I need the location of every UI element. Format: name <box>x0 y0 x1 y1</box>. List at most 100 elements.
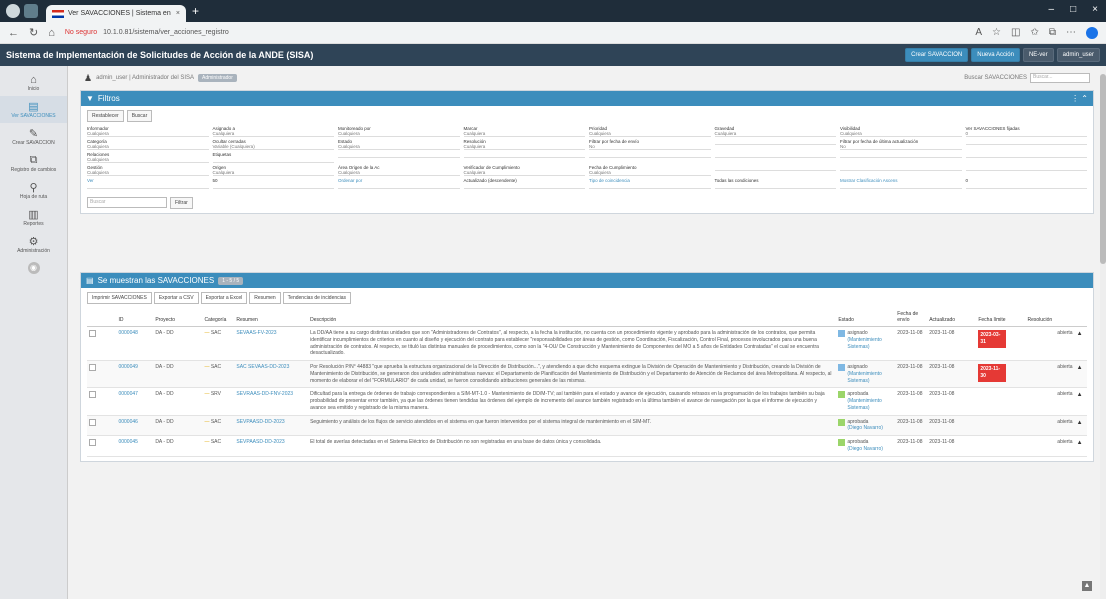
status-handler-link[interactable]: (Diego Navarro) <box>847 425 883 432</box>
filter-value[interactable] <box>212 157 334 163</box>
filter-value[interactable]: Cualquiera <box>212 131 334 137</box>
new-tab-button[interactable]: + <box>192 4 199 18</box>
column-header[interactable] <box>1074 308 1087 327</box>
filter-cell[interactable]: Prioridad Cualquiera <box>589 126 711 139</box>
filter-cell[interactable]: Resolución Cualquiera <box>463 139 585 152</box>
filter-cell[interactable]: Mostrar Clasificación Ascens <box>840 178 962 191</box>
status-handler-link[interactable]: (Mantenimiento Sistemas) <box>847 337 893 351</box>
column-header[interactable]: Resumen <box>234 308 309 327</box>
filter-cell[interactable] <box>965 139 1087 152</box>
filter-cell[interactable]: Actualizado (descendente) <box>463 178 585 191</box>
summary-link[interactable]: SEVAAS-FV-2023 <box>236 330 276 336</box>
sidebar-item-ver-savacciones[interactable]: ▤ Ver SAVACCIONES <box>0 96 67 123</box>
new-action-button[interactable]: Nueva Acción <box>971 48 1020 62</box>
filter-value[interactable] <box>338 152 460 158</box>
filter-cell[interactable]: Fecha de Cumplimiento Cualquiera <box>589 165 711 178</box>
reset-filters-button[interactable]: Restablecer <box>87 110 124 122</box>
issue-id-link[interactable]: 0000047 <box>118 391 137 397</box>
favorites-icon[interactable]: ✩ <box>1030 27 1038 38</box>
filter-value[interactable]: Cualquiera <box>463 144 585 150</box>
column-header[interactable]: Resolución <box>1025 308 1075 327</box>
status-handler-link[interactable]: (Mantenimiento Sistemas) <box>847 398 893 412</box>
scroll-top-button[interactable]: ▲ <box>1082 581 1092 591</box>
minimize-button[interactable]: – <box>1049 4 1055 15</box>
filter-value[interactable] <box>840 165 962 171</box>
issue-id-link[interactable]: 0000048 <box>118 330 137 336</box>
filter-value[interactable]: Cualquiera <box>87 144 209 150</box>
search-filters-button[interactable]: Buscar <box>126 110 153 122</box>
toolbar-button[interactable]: Exportar a Excel <box>200 292 248 304</box>
sidebar-item-home[interactable]: ⌂ Inicio <box>0 70 67 96</box>
row-action-icon[interactable]: ▲ <box>1077 420 1083 426</box>
column-header[interactable]: Proyecto <box>153 308 203 327</box>
filter-value[interactable]: Cualquiera <box>87 131 209 137</box>
filter-value[interactable]: Cualquiera <box>589 170 711 176</box>
row-checkbox[interactable] <box>89 418 96 426</box>
filter-value[interactable] <box>212 183 334 189</box>
filter-value[interactable] <box>463 152 585 158</box>
row-checkbox[interactable] <box>89 391 96 399</box>
filter-cell[interactable]: Origen Cualquiera <box>212 165 334 178</box>
apply-filter-button[interactable]: Filtrar <box>170 197 193 209</box>
filter-cell[interactable]: Etiquetas <box>212 152 334 165</box>
sidebar-item-administracion[interactable]: ⚙ Administración <box>0 231 67 258</box>
row-action-icon[interactable]: ▲ <box>1077 365 1083 371</box>
issue-id-link[interactable]: 0000046 <box>118 419 137 425</box>
filter-value[interactable]: No <box>840 144 962 150</box>
column-header[interactable]: Categoría <box>202 308 235 327</box>
favorite-icon[interactable]: ☆ <box>992 27 1001 38</box>
filter-value[interactable]: Cualquiera <box>212 170 334 176</box>
filter-cell[interactable]: Estado Cualquiera <box>338 139 460 152</box>
filter-cell[interactable]: Informador Cualquiera <box>87 126 209 139</box>
filter-value[interactable]: Cualquiera <box>338 131 460 137</box>
sidebar-item-registro[interactable]: ⧉ Registro de cambios <box>0 150 67 177</box>
filter-cell[interactable]: Filtrar por fecha de envío No <box>589 139 711 152</box>
browser-menu-icon[interactable] <box>6 4 20 18</box>
column-header[interactable] <box>101 308 117 327</box>
filter-cell[interactable] <box>840 152 962 165</box>
row-action-icon[interactable]: ▲ <box>1077 440 1083 446</box>
row-action-icon[interactable]: ▲ <box>1077 331 1083 337</box>
issue-id-link[interactable]: 0000045 <box>118 439 137 445</box>
toolbar-button[interactable]: Tendencias de incidencias <box>282 292 352 304</box>
filter-value[interactable] <box>840 152 962 158</box>
filter-value[interactable] <box>714 183 836 189</box>
row-checkbox[interactable] <box>89 330 96 337</box>
scrollbar[interactable] <box>1100 66 1106 599</box>
filter-value[interactable] <box>965 183 1087 189</box>
filter-value[interactable] <box>965 139 1087 145</box>
filter-cell[interactable]: Filtrar por fecha de última actualizació… <box>840 139 962 152</box>
toolbar-button[interactable]: Imprimir SAVACCIONES <box>87 292 152 304</box>
filter-cell[interactable]: Gravedad Cualquiera <box>714 126 836 139</box>
filter-value[interactable] <box>463 183 585 189</box>
filter-cell[interactable]: Ver SAVACCIONES fijadas 0 <box>965 126 1087 139</box>
filter-value[interactable]: Cualquiera <box>87 170 209 176</box>
filter-search-input[interactable]: Buscar <box>87 197 167 208</box>
split-icon[interactable]: ◫ <box>1011 27 1020 38</box>
sidebar-item-crear-savaccion[interactable]: ✎ Crear SAVACCION <box>0 123 67 150</box>
filter-value[interactable] <box>965 165 1087 171</box>
toolbar-button[interactable]: Exportar a CSV <box>153 292 199 304</box>
search-input[interactable]: Buscar... <box>1030 73 1090 83</box>
column-header[interactable]: Estado <box>836 308 896 327</box>
filter-cell[interactable] <box>714 152 836 165</box>
status-handler-link[interactable]: (Diego Navarro) <box>847 446 883 453</box>
filter-value[interactable] <box>87 183 209 189</box>
filter-value[interactable]: Cualquiera <box>338 144 460 150</box>
home-icon[interactable]: ⌂ <box>48 27 55 39</box>
filter-cell[interactable]: Ver <box>87 178 209 191</box>
back-icon[interactable]: ← <box>8 27 19 39</box>
maximize-button[interactable]: □ <box>1070 4 1076 15</box>
filter-cell[interactable] <box>589 152 711 165</box>
filter-value[interactable] <box>840 183 962 189</box>
filter-value[interactable] <box>965 152 1087 158</box>
tab-close-icon[interactable]: × <box>176 10 180 17</box>
create-savaccion-button[interactable]: Crear SAVACCION <box>905 48 969 62</box>
filter-value[interactable]: Cualquiera <box>463 131 585 137</box>
filter-cell[interactable]: Área Origen de la Ac Cualquiera <box>338 165 460 178</box>
read-aloud-icon[interactable]: A <box>975 27 982 38</box>
column-header[interactable]: Fecha límite <box>976 308 1009 327</box>
column-header[interactable]: ID <box>116 308 154 327</box>
column-header[interactable]: Fecha de envío <box>895 308 928 327</box>
filter-cell[interactable] <box>338 152 460 165</box>
